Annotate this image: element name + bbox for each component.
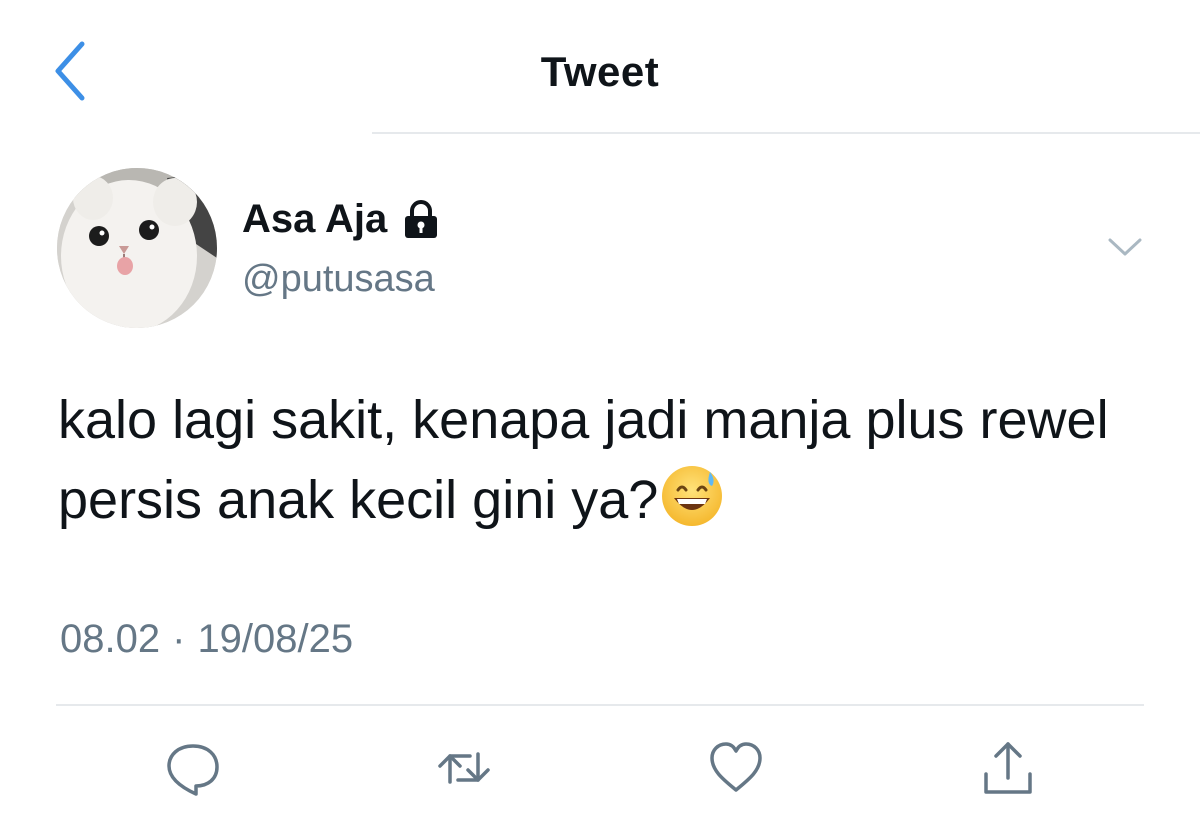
tweet-time: 08.02: [60, 617, 161, 661]
author-name-text: Asa Aja: [242, 197, 388, 241]
retweet-icon: [438, 752, 490, 784]
header: Tweet: [0, 0, 1200, 134]
page-title: Tweet: [540, 48, 660, 95]
white-cat-avatar: [57, 168, 217, 328]
heart-icon: [710, 742, 762, 792]
reply-icon: [167, 744, 219, 796]
author-name[interactable]: Asa Aja: [242, 197, 439, 242]
reply-button[interactable]: [163, 738, 223, 798]
avatar[interactable]: [57, 168, 217, 328]
share-icon: [984, 742, 1032, 794]
more-options-button[interactable]: [1100, 228, 1150, 268]
lock-icon: [405, 199, 438, 238]
grinning-face-with-sweat-emoji: [662, 466, 723, 526]
tweet-timestamp: 08.02 · 19/08/25: [60, 617, 353, 662]
share-button[interactable]: [978, 738, 1038, 798]
tweet-date: 19/08/25: [197, 617, 354, 661]
chevron-down-icon: [1108, 238, 1142, 256]
tweet-text-content: kalo lagi sakit, kenapa jadi manja plus …: [58, 390, 1109, 530]
tweet-text: kalo lagi sakit, kenapa jadi manja plus …: [58, 380, 1158, 540]
like-button[interactable]: [706, 738, 766, 798]
content-divider: [56, 704, 1144, 706]
timestamp-separator: ·: [172, 617, 186, 661]
retweet-button[interactable]: [434, 738, 494, 798]
author-handle[interactable]: @putusasa: [242, 258, 435, 301]
header-divider: [372, 132, 1200, 134]
